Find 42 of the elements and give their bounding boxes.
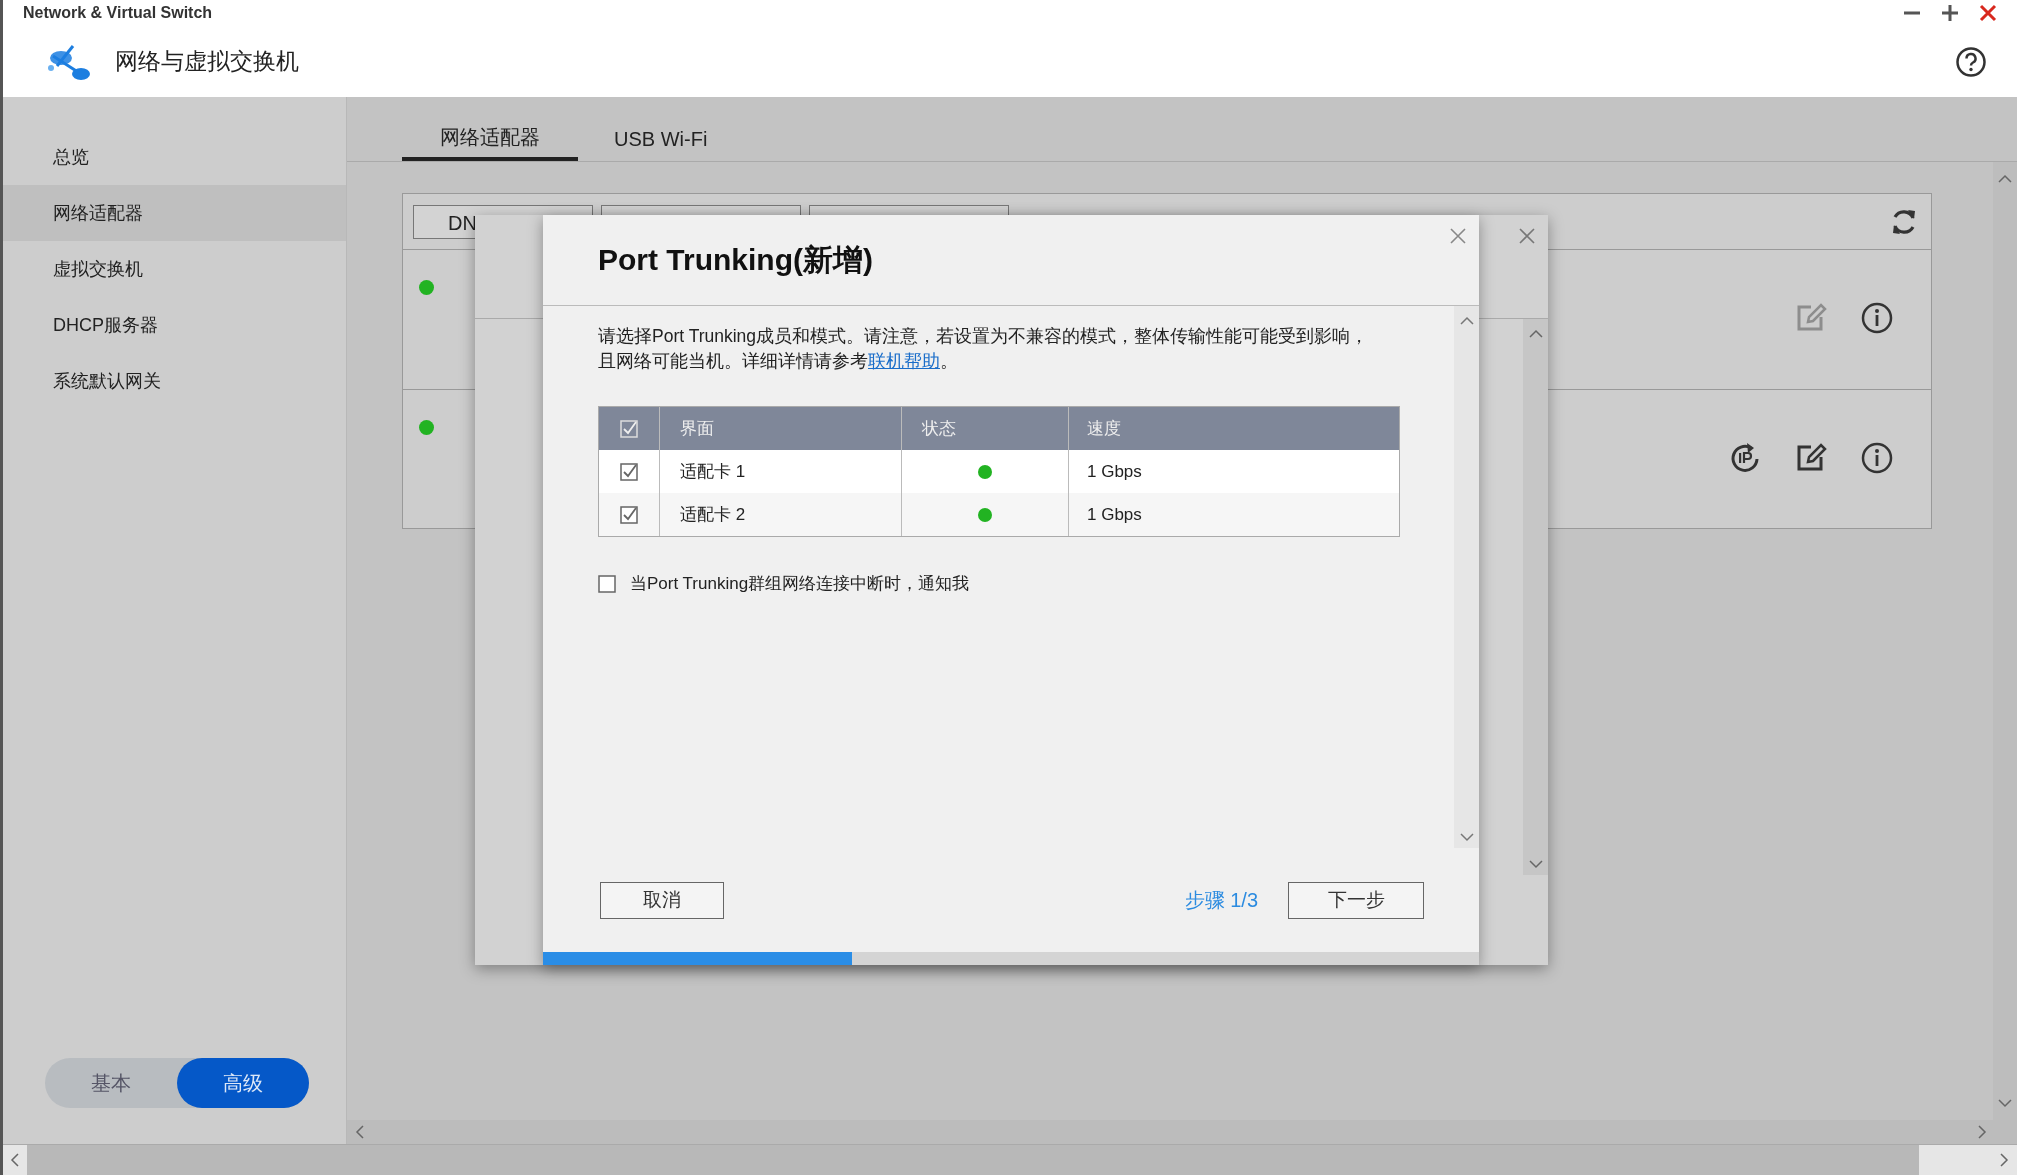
scroll-down-icon[interactable] <box>1459 832 1474 842</box>
close-icon[interactable] <box>1518 227 1536 245</box>
help-icon[interactable] <box>1955 45 1987 78</box>
sidebar-item[interactable]: DHCP服务器 <box>3 297 346 353</box>
checkbox[interactable] <box>620 462 638 481</box>
step-indicator: 步骤 1/3 <box>1184 887 1258 913</box>
next-button[interactable]: 下一步 <box>1288 881 1424 919</box>
table-cell: 1 Gbps <box>1068 493 1399 536</box>
tab[interactable]: 网络适配器 <box>402 124 578 161</box>
description-text: 请选择Port Trunking成员和模式。请注意，若设置为不兼容的模式，整体传输性能可能受到影响，且网络可能当机。详细详情请参考联机帮助。 <box>598 325 1370 373</box>
close-icon[interactable] <box>1449 227 1467 245</box>
sidebar-item[interactable]: 系统默认网关 <box>3 353 346 409</box>
mode-option[interactable]: 基本 <box>45 1058 177 1108</box>
ip-refresh-icon[interactable] <box>1729 442 1761 474</box>
scroll-down-icon[interactable] <box>1998 1098 2012 1108</box>
window-title: Network & Virtual Switch <box>23 4 213 22</box>
sidebar-item[interactable]: 虚拟交换机 <box>3 241 346 297</box>
scroll-up-icon[interactable] <box>1998 174 2012 184</box>
maximize-icon[interactable] <box>1941 4 1959 22</box>
scroll-left-icon[interactable] <box>10 1153 20 1167</box>
info-icon[interactable] <box>1861 302 1893 334</box>
checkbox-label: 当Port Trunking群组网络连接中断时，通知我 <box>630 573 970 595</box>
info-icon[interactable] <box>1861 442 1893 474</box>
scroll-up-icon[interactable] <box>1459 316 1474 326</box>
sidebar-item[interactable]: 总览 <box>3 129 346 185</box>
scroll-right-icon[interactable] <box>1977 1125 1987 1139</box>
scroll-right-icon[interactable] <box>1999 1153 2009 1167</box>
dialog-title: Port Trunking(新增) <box>598 241 873 278</box>
checkbox[interactable] <box>598 574 616 593</box>
checkbox[interactable] <box>620 505 638 524</box>
scroll-left-icon[interactable] <box>355 1125 365 1139</box>
help-link[interactable]: 联机帮助 <box>868 351 940 371</box>
tab[interactable]: USB Wi-Fi <box>614 128 746 161</box>
scroll-down-icon[interactable] <box>1528 859 1543 869</box>
app-title: 网络与虚拟交换机 <box>115 47 300 76</box>
scroll-up-icon[interactable] <box>1528 329 1543 339</box>
mode-option[interactable]: 高级 <box>177 1058 309 1108</box>
close-icon[interactable] <box>1979 4 1997 22</box>
table-cell: 适配卡 2 <box>659 493 901 536</box>
sidebar-item[interactable]: 网络适配器 <box>3 185 346 241</box>
cancel-button[interactable]: 取消 <box>600 881 724 919</box>
edit-icon[interactable] <box>1795 442 1827 474</box>
